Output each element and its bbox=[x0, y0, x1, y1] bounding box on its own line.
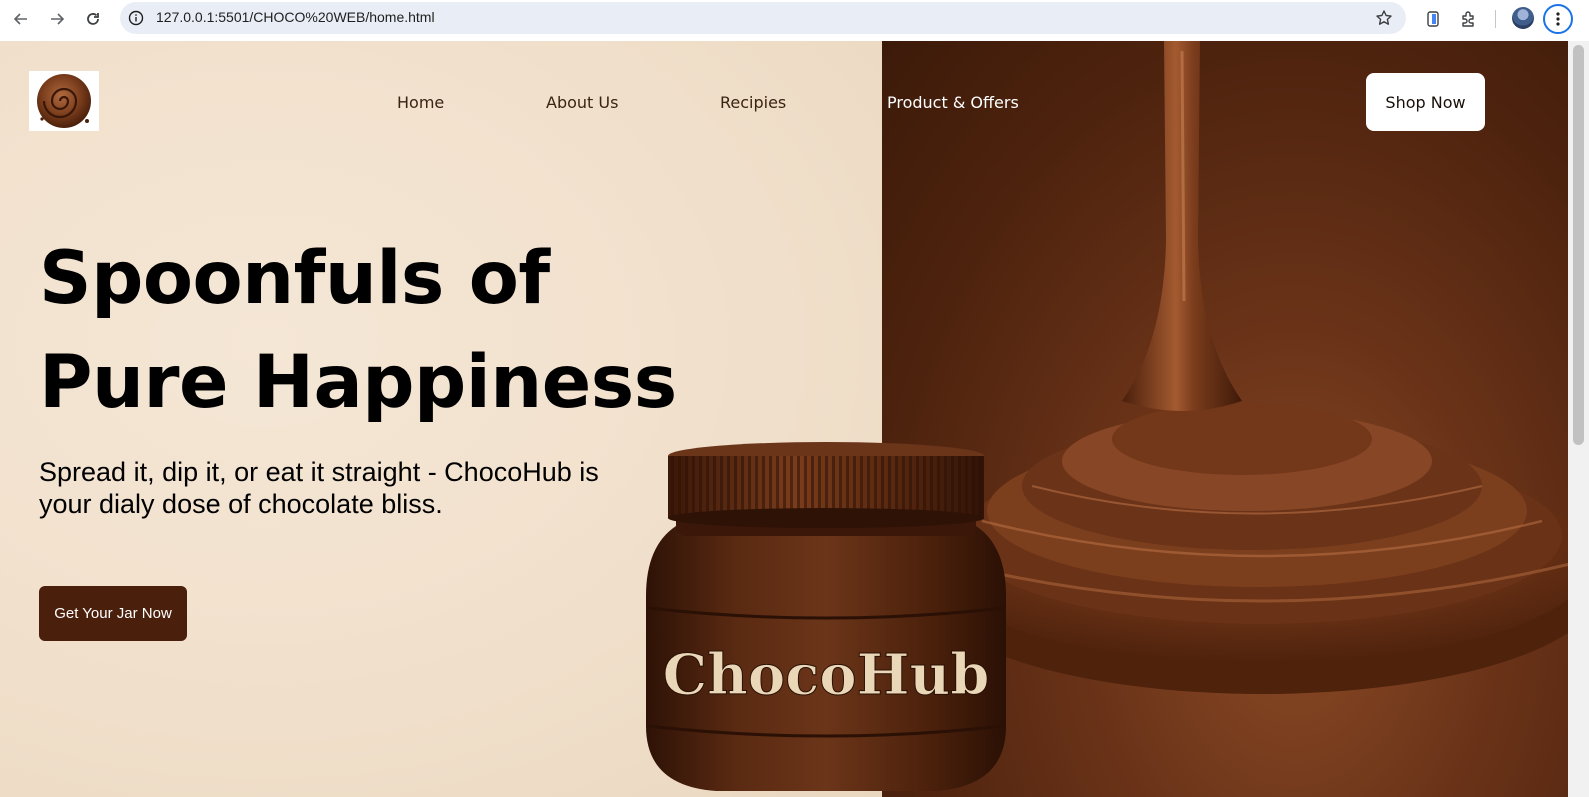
reading-list-icon[interactable] bbox=[1420, 6, 1446, 32]
bookmark-star-icon[interactable] bbox=[1374, 8, 1394, 28]
browser-toolbar: 127.0.0.1:5501/CHOCO%20WEB/home.html bbox=[0, 0, 1589, 41]
chocohub-logo[interactable] bbox=[29, 71, 99, 131]
site-info-icon[interactable] bbox=[126, 8, 146, 28]
shop-now-button[interactable]: Shop Now bbox=[1366, 73, 1485, 131]
scrollbar-thumb[interactable] bbox=[1573, 45, 1584, 445]
headline-line-2: Pure Happiness bbox=[39, 340, 677, 425]
profile-avatar[interactable] bbox=[1512, 7, 1534, 29]
toolbar-divider bbox=[1495, 10, 1496, 28]
address-bar[interactable]: 127.0.0.1:5501/CHOCO%20WEB/home.html bbox=[120, 2, 1406, 34]
nav-home[interactable]: Home bbox=[397, 93, 444, 112]
url-text[interactable]: 127.0.0.1:5501/CHOCO%20WEB/home.html bbox=[156, 9, 435, 25]
nav-about-us[interactable]: About Us bbox=[546, 93, 618, 112]
nav-recipies[interactable]: Recipies bbox=[720, 93, 786, 112]
page-viewport: ChocoHub Home About Us Recipies Product … bbox=[0, 41, 1568, 797]
back-arrow-icon[interactable] bbox=[8, 6, 34, 32]
extensions-icon[interactable] bbox=[1456, 6, 1482, 32]
browser-menu-icon[interactable] bbox=[1543, 4, 1573, 34]
headline-line-1: Spoonfuls of bbox=[39, 236, 550, 321]
page-scrollbar[interactable] bbox=[1568, 41, 1589, 797]
forward-arrow-icon[interactable] bbox=[44, 6, 70, 32]
hero-subtext: Spread it, dip it, or eat it straight - … bbox=[39, 457, 599, 519]
get-your-jar-button[interactable]: Get Your Jar Now bbox=[39, 586, 187, 641]
hero-headline: Spoonfuls of Pure Happiness bbox=[39, 227, 679, 435]
chocohub-jar-image: ChocoHub bbox=[646, 442, 1006, 791]
nav-product-offers[interactable]: Product & Offers bbox=[887, 93, 1019, 112]
jar-label-text: ChocoHub bbox=[663, 642, 990, 708]
reload-icon[interactable] bbox=[80, 6, 106, 32]
